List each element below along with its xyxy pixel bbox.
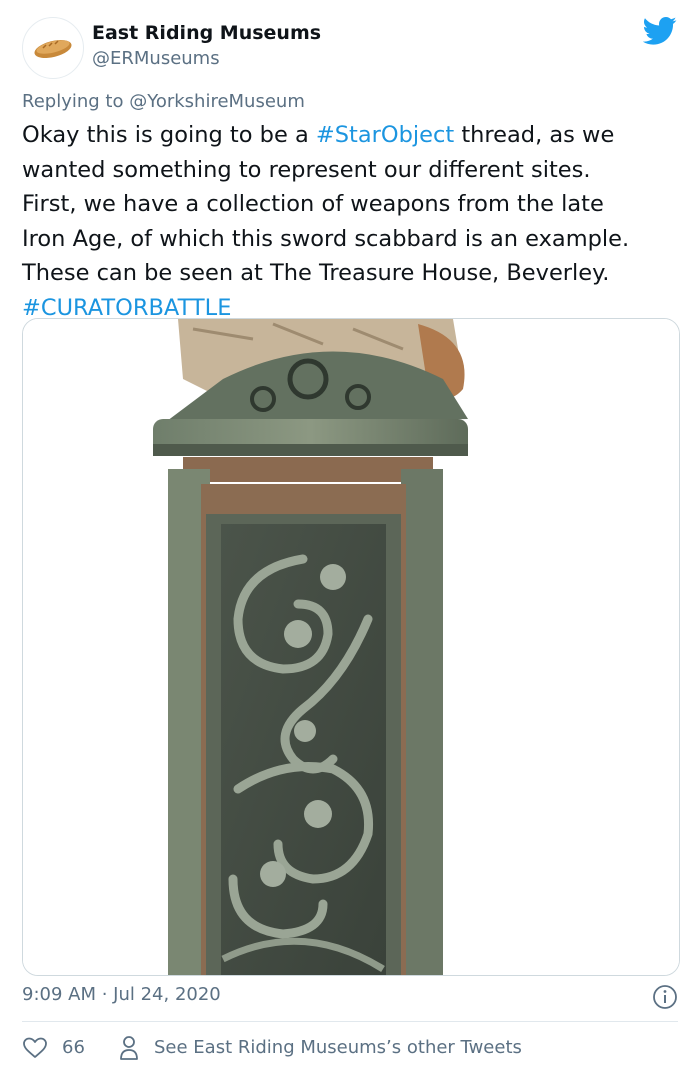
- tweet-card: East Riding Museums @ERMuseums Replying …: [0, 0, 700, 1075]
- tweet-timestamp[interactable]: 9:09 AM · Jul 24, 2020: [22, 984, 221, 1005]
- sword-scabbard-image: [23, 319, 679, 975]
- replying-to-prefix: Replying to: [22, 91, 124, 112]
- footer-divider: [22, 1021, 678, 1022]
- person-icon: [120, 1036, 138, 1060]
- tweet-line: These can be seen at The Treasure House,…: [22, 256, 682, 291]
- tweet-line-text: First, we have a collection of weapons f…: [22, 191, 604, 217]
- twitter-bird-icon[interactable]: [643, 16, 677, 46]
- tweet-line-text: These can be seen at The Treasure House,…: [22, 260, 610, 286]
- heart-icon[interactable]: [22, 1036, 48, 1060]
- other-tweets-link[interactable]: See East Riding Museums’s other Tweets: [154, 1037, 522, 1058]
- bread-loaf-icon: [34, 39, 72, 59]
- tweet-photo[interactable]: [22, 318, 680, 976]
- replying-to: Replying to @YorkshireMuseum: [22, 91, 305, 112]
- like-count[interactable]: 66: [62, 1037, 85, 1058]
- tweet-line: Okay this is going to be a #StarObject t…: [22, 118, 682, 153]
- avatar[interactable]: [22, 17, 84, 79]
- hashtag-link[interactable]: #StarObject: [316, 122, 454, 148]
- tweet-line-text: Okay this is going to be a: [22, 122, 316, 148]
- tweet-line: First, we have a collection of weapons f…: [22, 187, 682, 222]
- tweet-line: wanted something to represent our differ…: [22, 153, 682, 188]
- account-handle[interactable]: @ERMuseums: [92, 48, 220, 69]
- tweet-line-text: thread, as we: [454, 122, 615, 148]
- hashtag-link[interactable]: #CURATORBATTLE: [22, 295, 231, 321]
- account-name[interactable]: East Riding Museums: [92, 22, 321, 44]
- tweet-text: Okay this is going to be a #StarObject t…: [22, 118, 682, 325]
- tweet-line-text: Iron Age, of which this sword scabbard i…: [22, 225, 630, 252]
- reply-mention-link[interactable]: @YorkshireMuseum: [129, 91, 305, 112]
- tweet-line: Iron Age, of which this sword scabbard i…: [22, 222, 682, 257]
- info-icon[interactable]: [652, 984, 678, 1010]
- tweet-line-text: wanted something to represent our differ…: [22, 156, 591, 183]
